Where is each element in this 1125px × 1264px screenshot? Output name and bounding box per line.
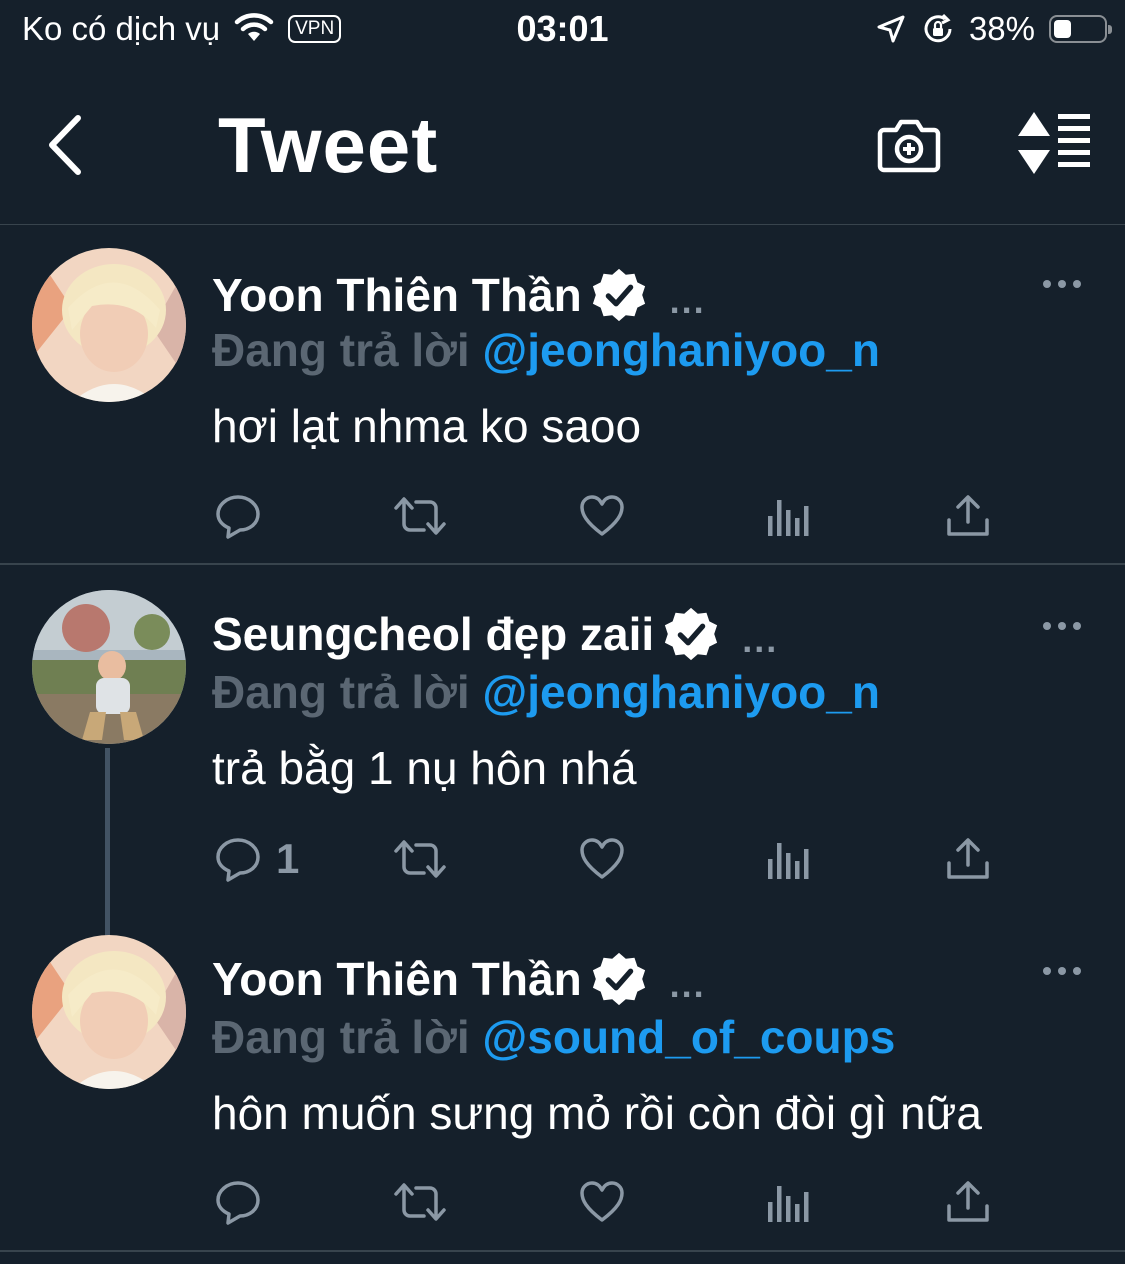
analytics-button[interactable] [762, 492, 810, 540]
heart-icon [578, 492, 626, 540]
avatar-photo-blonde [32, 935, 186, 1089]
reply-context: Đang trả lời @sound_of_coups [212, 1010, 895, 1064]
reply-context: Đang trả lời @jeonghaniyoo_n [212, 323, 880, 377]
tweet-text: trả bằg 1 nụ hôn nhá [212, 742, 637, 794]
author-row: Yoon Thiên Thần ... [212, 266, 706, 324]
top-navigation-bar: Tweet [0, 70, 1125, 225]
like-button[interactable] [578, 835, 626, 883]
tweet-actions [212, 492, 1002, 542]
retweet-icon [392, 492, 448, 540]
tweet-divider [0, 1250, 1125, 1252]
share-button[interactable] [944, 1178, 992, 1226]
location-arrow-icon [877, 15, 905, 43]
name-ellipsis: ... [669, 280, 706, 321]
stats-icon [762, 1178, 810, 1226]
reply-icon [214, 835, 262, 883]
reply-button[interactable]: 1 [214, 835, 299, 883]
analytics-button[interactable] [762, 835, 810, 883]
avatar[interactable] [32, 248, 186, 402]
author-name[interactable]: Yoon Thiên Thần [212, 268, 582, 322]
tweet-item[interactable]: Yoon Thiên Thần ... Đang trả lời @sound_… [0, 910, 1125, 1250]
more-options-icon[interactable] [1042, 964, 1082, 978]
author-row: Seungcheol đẹp zaii ... [212, 605, 778, 663]
share-icon [944, 492, 992, 540]
reply-mention-link[interactable]: @sound_of_coups [482, 1011, 895, 1063]
stats-icon [762, 835, 810, 883]
reply-prefix: Đang trả lời [212, 324, 470, 376]
share-icon [944, 835, 992, 883]
author-name[interactable]: Yoon Thiên Thần [212, 952, 582, 1006]
reply-prefix: Đang trả lời [212, 666, 470, 718]
more-options-icon[interactable] [1042, 277, 1082, 291]
rotation-lock-icon [924, 13, 952, 43]
author-row: Yoon Thiên Thần ... [212, 950, 706, 1008]
like-button[interactable] [578, 1178, 626, 1226]
battery-icon [1049, 15, 1112, 43]
retweet-button[interactable] [392, 1178, 448, 1226]
avatar[interactable] [32, 590, 186, 744]
heart-icon [578, 835, 626, 883]
tweet-item[interactable]: Seungcheol đẹp zaii ... Đang trả lời @je… [0, 565, 1125, 938]
analytics-button[interactable] [762, 1178, 810, 1226]
reply-button[interactable] [214, 492, 276, 540]
stats-icon [762, 492, 810, 540]
name-ellipsis: ... [742, 619, 779, 660]
retweet-icon [392, 835, 448, 883]
reply-button[interactable] [214, 1178, 276, 1226]
avatar-photo-blonde [32, 248, 186, 402]
avatar-photo-outdoor [32, 590, 186, 744]
camera-plus-icon [877, 119, 941, 173]
tweet-text: hơi lạt nhma ko saoo [212, 400, 642, 452]
camera-button[interactable] [876, 112, 942, 178]
tweet-item[interactable]: Yoon Thiên Thần ... Đang trả lời @jeongh… [0, 226, 1125, 564]
back-button[interactable] [42, 110, 92, 180]
battery-fill [1054, 20, 1071, 38]
reply-icon [214, 492, 262, 540]
sort-button[interactable] [1012, 110, 1092, 176]
reply-mention-link[interactable]: @jeonghaniyoo_n [482, 324, 880, 376]
avatar[interactable] [32, 935, 186, 1089]
verified-badge-icon [662, 605, 720, 663]
verified-badge-icon [590, 266, 648, 324]
share-button[interactable] [944, 492, 992, 540]
page-title: Tweet [218, 101, 439, 189]
heart-icon [578, 1178, 626, 1226]
author-name[interactable]: Seungcheol đẹp zaii [212, 607, 654, 661]
retweet-icon [392, 1178, 448, 1226]
like-button[interactable] [578, 492, 626, 540]
retweet-button[interactable] [392, 835, 448, 883]
reply-prefix: Đang trả lời [212, 1011, 470, 1063]
share-button[interactable] [944, 835, 992, 883]
battery-percentage: 38% [968, 10, 1035, 47]
reply-mention-link[interactable]: @jeonghaniyoo_n [482, 666, 880, 718]
status-right: 38% [875, 10, 1112, 48]
tweet-text: hôn muốn sưng mỏ rồi còn đòi gì nữa [212, 1087, 982, 1139]
status-bar: Ko có dịch vụ VPN 03:01 38% [0, 0, 1125, 70]
sort-icon [1018, 112, 1090, 174]
tweet-actions [212, 1178, 1002, 1228]
share-icon [944, 1178, 992, 1226]
name-ellipsis: ... [669, 964, 706, 1005]
reply-count: 1 [276, 835, 300, 882]
back-icon [49, 115, 81, 175]
reply-context: Đang trả lời @jeonghaniyoo_n [212, 665, 880, 719]
more-options-icon[interactable] [1042, 619, 1082, 633]
verified-badge-icon [590, 950, 648, 1008]
tweet-actions: 1 [212, 835, 1002, 885]
retweet-button[interactable] [392, 492, 448, 540]
reply-icon [214, 1178, 262, 1226]
